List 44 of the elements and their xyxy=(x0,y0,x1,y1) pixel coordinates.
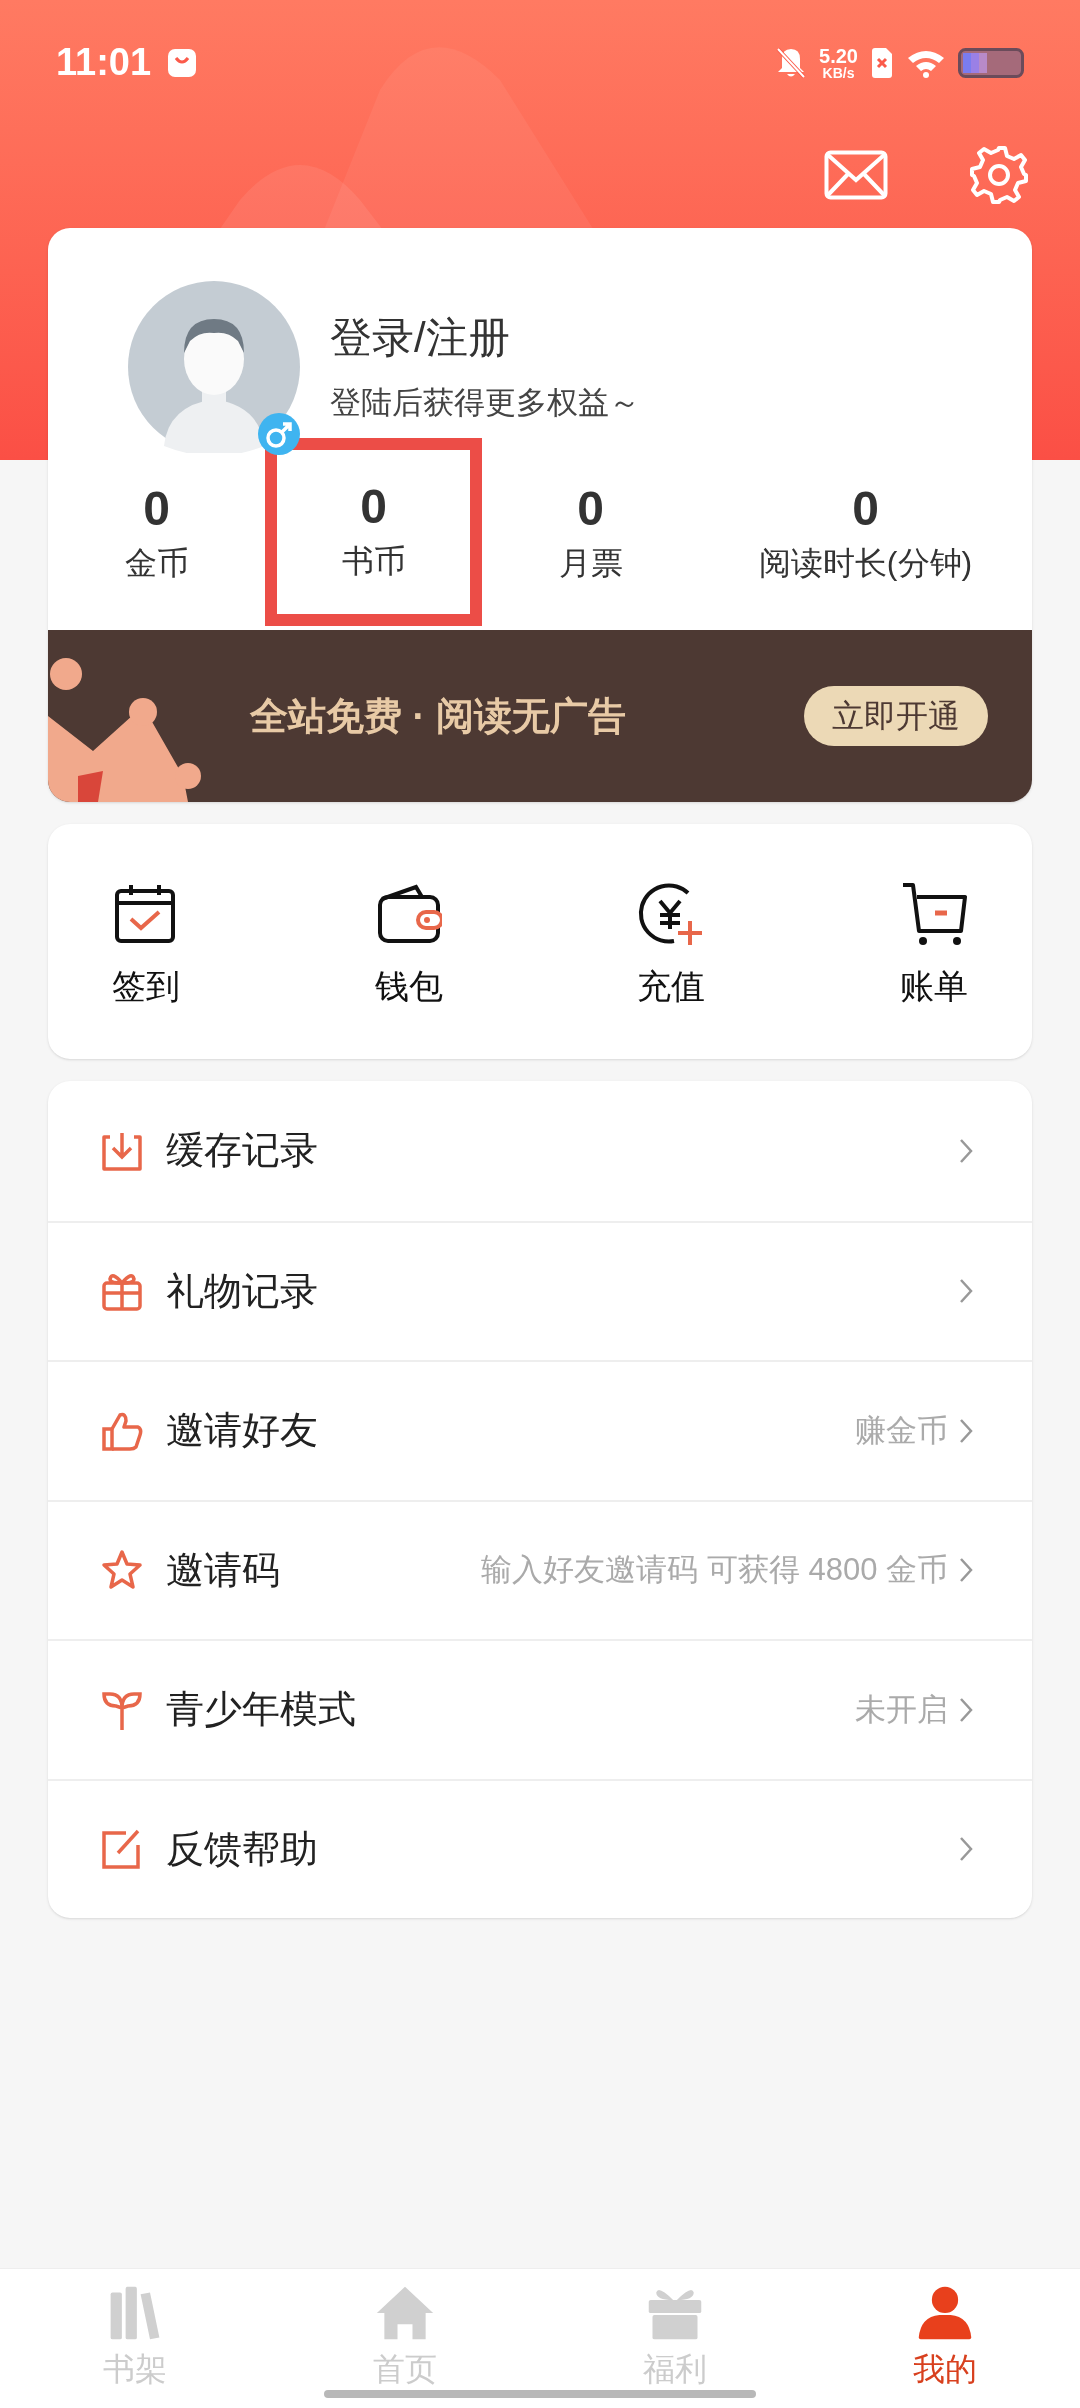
network-speed-unit: KB/s xyxy=(822,65,855,80)
yen-coin-icon xyxy=(638,880,705,947)
settings-icon[interactable] xyxy=(968,144,1030,206)
activate-button[interactable]: 立即开通 xyxy=(804,686,988,746)
profile-subtitle: 登陆后获得更多权益～ xyxy=(330,386,640,418)
sim-icon xyxy=(870,46,894,79)
vip-promo-text: 全站免费 · 阅读无广告 xyxy=(250,693,626,739)
cart-icon xyxy=(900,880,967,947)
stat-value: 0 xyxy=(852,485,879,533)
menu-label: 青少年模式 xyxy=(166,1687,356,1733)
menu-hint: 赚金币 xyxy=(855,1411,948,1450)
menu-item[interactable]: 礼物记录 xyxy=(48,1220,1032,1360)
menu-item[interactable]: 青少年模式 未开启 xyxy=(48,1639,1032,1779)
stat-label: 阅读时长(分钟) xyxy=(758,547,973,579)
mail-icon[interactable] xyxy=(824,150,888,200)
menu-label: 礼物记录 xyxy=(166,1268,318,1314)
menu-hint: 未开启 xyxy=(855,1690,948,1729)
mute-icon xyxy=(775,45,808,80)
menu-label: 邀请好友 xyxy=(166,1408,318,1454)
menu-hint: 输入好友邀请码 可获得 4800 金币 xyxy=(481,1551,948,1589)
stat-label: 书币 xyxy=(341,545,406,577)
login-link[interactable]: 登录/注册 xyxy=(330,316,640,359)
menu-label: 缓存记录 xyxy=(166,1128,318,1174)
stat-value: 0 xyxy=(360,483,387,531)
menu-item[interactable]: 反馈帮助 xyxy=(48,1778,1032,1918)
menu-item[interactable]: 邀请码 输入好友邀请码 可获得 4800 金币 xyxy=(48,1499,1032,1639)
stat-label: 月票 xyxy=(558,547,623,579)
menu-label: 反馈帮助 xyxy=(166,1826,318,1872)
menu-label: 邀请码 xyxy=(166,1547,280,1593)
tab-bar-item[interactable]: 我的 xyxy=(810,2269,1080,2408)
shortcut-button[interactable]: 签到 xyxy=(98,824,194,1059)
battery-icon xyxy=(958,47,1024,78)
notification-icon xyxy=(167,47,198,78)
menu-item[interactable]: 邀请好友 赚金币 xyxy=(48,1360,1032,1500)
stat-value: 0 xyxy=(143,485,170,533)
male-icon xyxy=(258,413,300,455)
stat-value: 0 xyxy=(577,485,604,533)
shortcut-button[interactable]: 账单 xyxy=(885,824,982,1059)
network-speed: 5.20 xyxy=(819,45,858,66)
menu-item[interactable]: 缓存记录 xyxy=(48,1081,1032,1221)
shortcut-button[interactable]: 充值 xyxy=(623,824,720,1059)
clock: 11:01 xyxy=(56,40,152,85)
stat-label: 金币 xyxy=(124,547,189,579)
shortcut-button[interactable]: 钱包 xyxy=(360,824,457,1059)
